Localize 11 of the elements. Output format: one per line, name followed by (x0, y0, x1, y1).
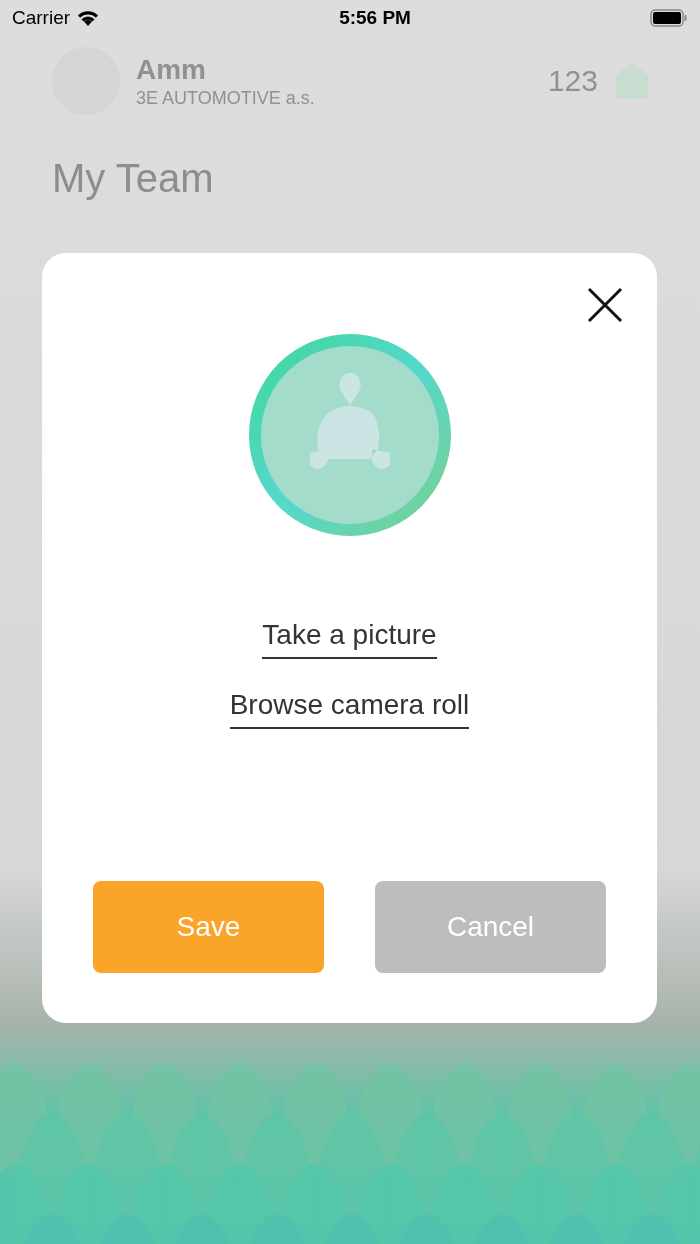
close-icon[interactable] (585, 285, 625, 325)
option-link[interactable]: Take a picture (262, 619, 437, 659)
wifi-icon (76, 9, 101, 27)
option-link[interactable]: Browse camera roll (229, 689, 470, 729)
company-name: 3E AUTOMOTIVE a.s. (136, 87, 316, 109)
user-name: Amm (136, 53, 207, 86)
carrier-label: Carrier (12, 7, 71, 29)
score-count: 123 (547, 64, 598, 98)
battery-icon (650, 9, 688, 27)
page-title: My Team (51, 155, 215, 201)
clock-time: 5:56 PM (339, 7, 411, 29)
